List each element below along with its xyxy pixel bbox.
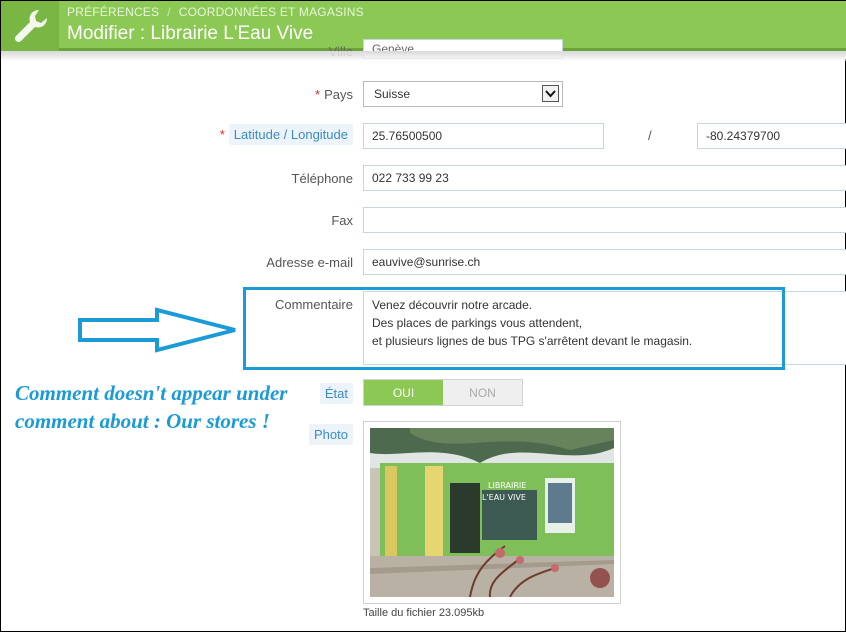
breadcrumb-item-coordonnees[interactable]: COORDONNÉES ET MAGASINS xyxy=(179,5,364,19)
photo-label-text: Photo xyxy=(309,424,353,445)
chevron-down-icon[interactable] xyxy=(542,85,559,102)
pays-label: * Pays xyxy=(251,87,353,102)
breadcrumb-item-preferences[interactable]: PRÉFÉRENCES xyxy=(67,5,159,19)
page-title: Modifier : Librairie L'Eau Vive xyxy=(67,23,314,44)
etat-label-text: État xyxy=(319,383,353,404)
fax-input[interactable] xyxy=(363,207,846,233)
required-mark: * xyxy=(219,127,225,142)
wrench-icon xyxy=(1,1,59,51)
latlng-label-text: Latitude / Longitude xyxy=(228,124,353,145)
latlng-label: * Latitude / Longitude xyxy=(201,124,353,145)
latlng-separator: / xyxy=(648,128,652,143)
header-shadow-overlay xyxy=(1,51,846,61)
svg-text:L'EAU VIVE: L'EAU VIVE xyxy=(482,493,526,502)
pays-label-text: Pays xyxy=(324,87,353,102)
toggle-oui[interactable]: OUI xyxy=(364,380,443,405)
store-sign: LIBRAIRIE xyxy=(488,481,526,490)
toggle-non[interactable]: NON xyxy=(443,380,522,405)
country-select[interactable]: Suisse xyxy=(363,81,563,107)
email-input[interactable]: eauvive@sunrise.ch xyxy=(363,249,846,275)
breadcrumb-separator: / xyxy=(167,5,171,19)
latitude-input[interactable]: 25.76500500 xyxy=(363,123,604,149)
annotation-text: Comment doesn't appear under comment abo… xyxy=(15,381,288,433)
status-toggle[interactable]: OUI NON xyxy=(363,379,523,406)
breadcrumb: PRÉFÉRENCES / COORDONNÉES ET MAGASINS xyxy=(67,5,364,19)
store-photo-image: LIBRAIRIE L'EAU VIVE xyxy=(370,428,624,598)
telephone-label: Téléphone xyxy=(291,171,353,186)
required-mark: * xyxy=(315,87,321,102)
annotation-arrow-icon xyxy=(78,307,236,353)
store-photo: LIBRAIRIE L'EAU VIVE xyxy=(363,421,624,604)
longitude-input[interactable]: -80.24379700 xyxy=(697,123,846,149)
email-label: Adresse e-mail xyxy=(266,255,353,270)
telephone-input[interactable]: 022 733 99 23 xyxy=(363,165,846,191)
fax-label: Fax xyxy=(331,213,353,228)
country-select-value: Suisse xyxy=(374,87,411,101)
file-size-text: Taille du fichier 23.095kb xyxy=(363,607,485,619)
annotation-highlight-box xyxy=(243,287,785,370)
